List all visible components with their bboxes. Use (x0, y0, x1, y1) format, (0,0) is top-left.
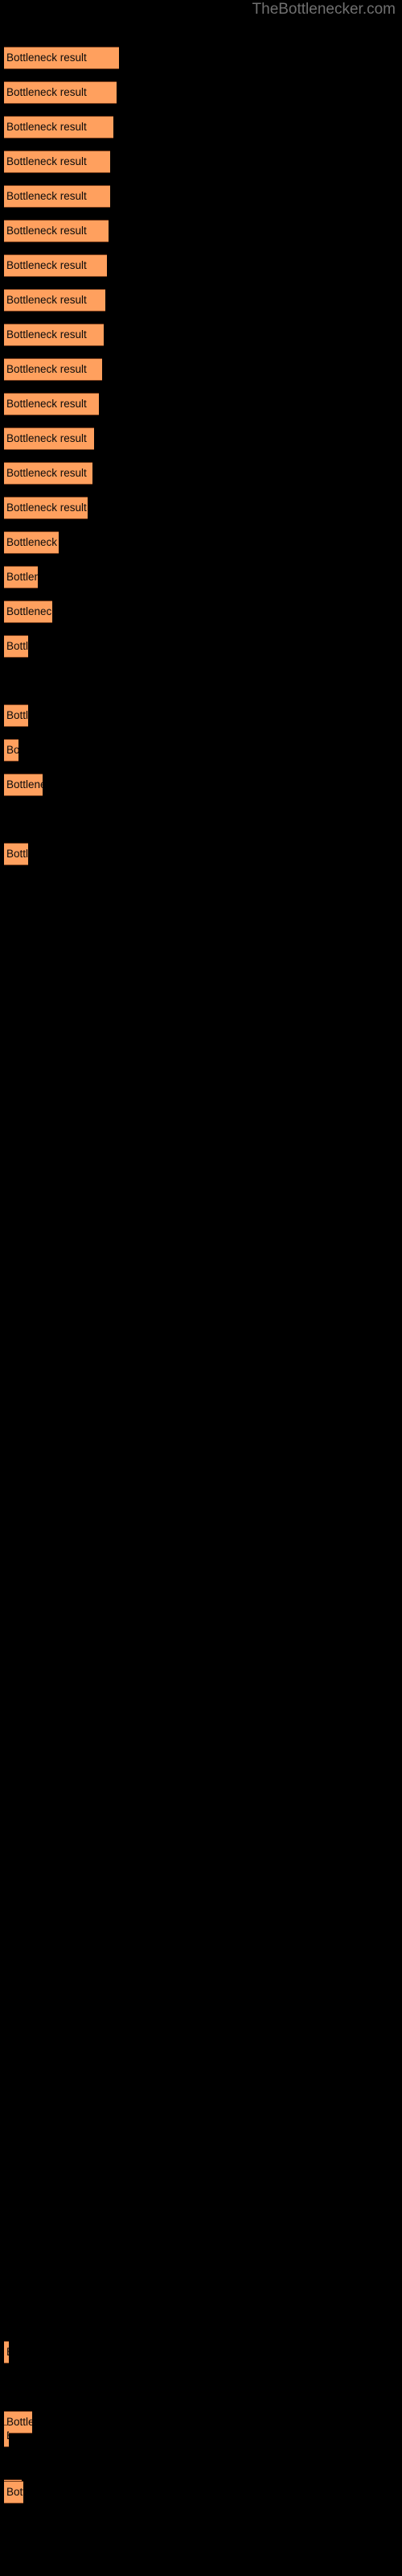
bar-label: Bottleneck result (6, 155, 87, 167)
bar[interactable]: Bottleneck result (4, 2481, 23, 2504)
bar[interactable]: Bottleneck result (4, 116, 113, 138)
bar[interactable]: Bottleneck result (4, 497, 88, 519)
bar[interactable]: Bottleneck result (4, 531, 59, 554)
bar-label: Bottleneck result (6, 86, 87, 98)
bar[interactable]: Bottleneck result (4, 2341, 9, 2363)
bar-label: Bottleneck result (6, 121, 87, 133)
bar-chart: Bottleneck result Bottleneck result Bottle… (0, 0, 402, 2576)
bar[interactable]: Bottleneck result (4, 393, 99, 415)
bar-label: Bottleneck result (6, 2486, 23, 2498)
bar[interactable]: Bottleneck result (4, 220, 109, 242)
bar[interactable]: Bottleneck result (4, 739, 18, 762)
bar[interactable]: Bottleneck result (4, 151, 110, 173)
bar[interactable]: Bottleneck result (4, 47, 119, 69)
bar[interactable]: Bottleneck result (4, 2425, 9, 2447)
bar-label: Bottleneck result (6, 225, 87, 237)
bar-label: Bottleneck result (6, 778, 43, 791)
bar[interactable]: Bottleneck result (4, 635, 28, 658)
bar[interactable]: Bottleneck result (4, 566, 38, 588)
bar-label: Bottleneck result (6, 294, 87, 306)
chart-page: TheBottlenecker.com Bottleneck result Bot… (0, 0, 402, 2576)
bar-label: Bottleneck result (6, 2416, 32, 2428)
bar-label: Bottleneck result (6, 536, 59, 548)
bar-label: Bottleneck result (6, 605, 52, 617)
bar-label: Bottleneck result (6, 571, 38, 583)
bar-label: Bottleneck result (6, 848, 28, 860)
bar-label: Bottleneck result (6, 640, 28, 652)
bar-label: Bottleneck result (6, 52, 87, 64)
bar[interactable]: Bottleneck result (4, 289, 105, 312)
bar[interactable]: Bottleneck result (4, 358, 102, 381)
bar-label: Bottleneck result (6, 2347, 9, 2358)
bar[interactable]: Bottleneck result (4, 601, 52, 623)
bar-label: Bottleneck result (6, 398, 87, 410)
bar[interactable]: Bottleneck result (4, 81, 117, 104)
bar-label: Bottleneck result (6, 363, 87, 375)
bar[interactable]: Bottleneck result (4, 704, 28, 727)
bar-label: Bottleneck result (6, 709, 28, 721)
bar[interactable]: Bottleneck result (4, 185, 110, 208)
bar-label: Bottleneck result (6, 190, 87, 202)
bar[interactable]: Bottleneck result (4, 462, 92, 485)
bar[interactable]: Bottleneck result (4, 774, 43, 796)
bar-label: Bottleneck result (6, 744, 18, 756)
bar[interactable]: Bottleneck result (4, 427, 94, 450)
bar-label: Bottleneck result (6, 328, 87, 341)
bar-label: Bottleneck result (6, 2430, 9, 2442)
bar-label: Bottleneck result (6, 467, 87, 479)
bar-label: Bottleneck result (6, 432, 87, 444)
bar-label: Bottleneck result (6, 502, 87, 514)
bar[interactable]: Bottleneck result (4, 254, 107, 277)
bar[interactable]: Bottleneck result (4, 843, 28, 865)
bar-label: Bottleneck result (6, 259, 87, 271)
bar[interactable]: Bottleneck result (4, 324, 104, 346)
